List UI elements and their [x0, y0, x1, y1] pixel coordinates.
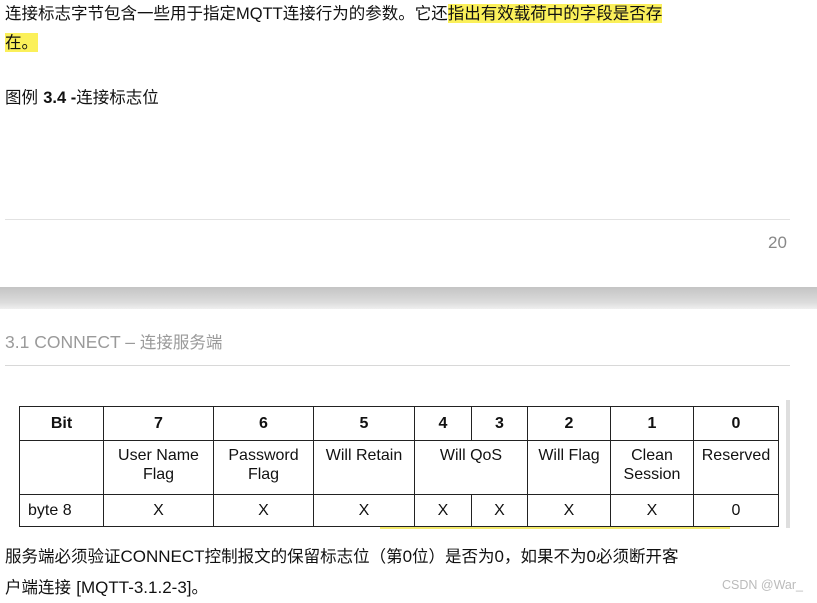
table-cell-will-qos: Will QoS: [414, 440, 528, 495]
table-cell-value: X: [527, 494, 611, 527]
caption-title: 连接标志位: [76, 88, 159, 107]
text-run: 连接行为的参数。它还: [282, 4, 448, 23]
edge-shadow: [786, 400, 790, 528]
table-row-label: byte 8: [19, 494, 104, 527]
figure-caption: 图例 3.4 -连接标志位: [5, 84, 159, 112]
table-cell-value: X: [471, 494, 528, 527]
table-cell-value: X: [414, 494, 472, 527]
table-cell-password-flag: Password Flag: [213, 440, 314, 495]
watermark: CSDN @War_: [722, 578, 803, 592]
table-header-cell: 1: [610, 406, 694, 441]
table-cell-clean-session: Clean Session: [610, 440, 694, 495]
table-header-cell: 2: [527, 406, 611, 441]
table-cell-will-flag: Will Flag: [527, 440, 611, 495]
table-cell-value: X: [313, 494, 415, 527]
table-row-byte-8: byte 8 X X X X X X X 0: [19, 494, 779, 527]
caption-number: 3.4 -: [43, 89, 77, 107]
paragraph-line: 在。: [5, 29, 38, 57]
table-header-cell: 6: [213, 406, 314, 441]
paragraph-line: 户端连接 [MQTT-3.1.2-3]。: [5, 578, 208, 597]
highlighted-text: 在。: [5, 33, 38, 52]
highlight-underline: [380, 527, 730, 529]
table-header-cell: 0: [693, 406, 779, 441]
table-header-cell: 4: [414, 406, 472, 441]
section-number: 3.1 CONNECT –: [5, 332, 140, 352]
paragraph-line: 连接标志字节包含一些用于指定MQTT连接行为的参数。它还指出有效载荷中的字段是否…: [5, 0, 663, 28]
table-cell-reserved: Reserved: [693, 440, 779, 495]
connect-flags-table: Bit 7 6 5 4 3 2 1 0 User Name Flag Passwo…: [19, 406, 779, 527]
table-cell-value: X: [610, 494, 694, 527]
table-cell-value: X: [103, 494, 214, 527]
table-row-flag-names: User Name Flag Password Flag Will Retain W…: [19, 440, 779, 495]
highlighted-text: 指出有效载荷中的字段是否存: [447, 4, 663, 23]
paragraph-line: 服务端必须验证CONNECT控制报文的保留标志位（第0位）是否为0，如果不为0必…: [5, 547, 679, 566]
table-cell-value: 0: [693, 494, 779, 527]
page-number: 20: [768, 233, 787, 252]
caption-prefix: 图例: [5, 88, 44, 107]
page-gap: [0, 287, 817, 309]
footer-divider: [5, 219, 790, 220]
table-header-cell: 3: [471, 406, 528, 441]
table-header-cell: 5: [313, 406, 415, 441]
text-run: MQTT: [236, 5, 283, 23]
table-header-row: Bit 7 6 5 4 3 2 1 0: [19, 406, 779, 441]
table-cell-value: X: [213, 494, 314, 527]
header-divider: [5, 365, 790, 366]
section-title: 连接服务端: [139, 333, 223, 352]
table-header-cell: 7: [103, 406, 214, 441]
table-header-cell: Bit: [19, 406, 104, 441]
text-run: 连接标志字节包含一些用于指定: [5, 4, 236, 23]
table-cell-will-retain: Will Retain: [313, 440, 415, 495]
section-header: 3.1 CONNECT – 连接服务端: [5, 329, 222, 353]
table-cell-user-name-flag: User Name Flag: [103, 440, 214, 495]
table-cell-empty: [19, 440, 104, 495]
